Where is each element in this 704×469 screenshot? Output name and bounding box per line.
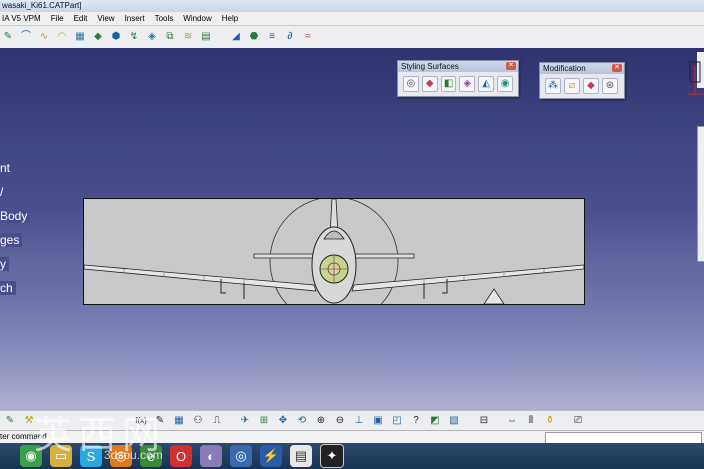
fly-icon[interactable]: ✈ bbox=[237, 413, 253, 429]
right-panel-partial bbox=[697, 126, 704, 262]
book-icon[interactable]: ▤ bbox=[290, 445, 312, 467]
isometric-icon[interactable]: ▣ bbox=[370, 413, 386, 429]
draft-icon[interactable]: ≡ bbox=[264, 29, 280, 45]
tree-item[interactable]: ges bbox=[0, 233, 23, 247]
rotate-icon[interactable]: ⟲ bbox=[294, 413, 310, 429]
menu-insert[interactable]: Insert bbox=[120, 14, 150, 23]
wave-icon[interactable]: ≈ bbox=[300, 29, 316, 45]
sketch-icon[interactable]: ✎ bbox=[2, 413, 18, 429]
menu-help[interactable]: Help bbox=[217, 14, 243, 23]
match-icon[interactable]: ⧉ bbox=[162, 29, 178, 45]
zoom-in-icon[interactable]: ⊕ bbox=[313, 413, 329, 429]
curve-icon[interactable]: ⌒ bbox=[18, 29, 34, 45]
trim-icon[interactable]: ▤ bbox=[198, 29, 214, 45]
sweep-surface-icon[interactable]: ◉ bbox=[497, 76, 513, 92]
close-icon[interactable]: ✕ bbox=[506, 62, 516, 70]
fill-icon[interactable]: ◆ bbox=[90, 29, 106, 45]
styling-surfaces-panel: Styling Surfaces ✕ ◎ ◆ ◧ ◈ ◭ ◉ bbox=[397, 60, 519, 97]
fillet-icon[interactable]: ◆ bbox=[583, 78, 599, 94]
extrude-icon[interactable]: ⬢ bbox=[108, 29, 124, 45]
menu-vpm[interactable]: IA V5 VPM bbox=[0, 14, 46, 23]
view-mode-icon[interactable]: ◰ bbox=[389, 413, 405, 429]
analysis-icon[interactable]: ⬣ bbox=[246, 29, 262, 45]
normal-view-icon[interactable]: ⊥ bbox=[351, 413, 367, 429]
model-render[interactable] bbox=[83, 198, 585, 305]
aircraft-model bbox=[84, 199, 584, 304]
close-icon[interactable]: ✕ bbox=[612, 64, 622, 72]
extrude-surface-icon[interactable]: ◭ bbox=[478, 76, 495, 92]
watermark-url: 3dsou.com bbox=[104, 448, 163, 462]
inertia-icon[interactable]: ⇔ bbox=[504, 413, 520, 429]
offset-icon[interactable]: ◈ bbox=[144, 29, 160, 45]
spline-icon[interactable]: ∿ bbox=[36, 29, 52, 45]
media-icon[interactable]: ◐ bbox=[200, 445, 222, 467]
mirror-icon[interactable]: ∂ bbox=[282, 29, 298, 45]
patch-icon[interactable]: ◈ bbox=[459, 76, 476, 92]
net-surface-icon[interactable]: ◧ bbox=[440, 76, 457, 92]
swap-icon[interactable]: ◩ bbox=[427, 413, 443, 429]
connect-icon[interactable]: ≋ bbox=[180, 29, 196, 45]
panel-header[interactable]: Styling Surfaces ✕ bbox=[398, 61, 518, 72]
window-title: wasaki_Ki61.CATPart] bbox=[2, 1, 82, 10]
camera-icon[interactable]: ⎚ bbox=[570, 413, 586, 429]
app-icon[interactable]: ◎ bbox=[230, 445, 252, 467]
tree-item[interactable]: ch bbox=[0, 281, 16, 295]
tree-item[interactable]: / bbox=[0, 184, 30, 208]
opera-icon[interactable]: O bbox=[170, 445, 192, 467]
zoom-out-icon[interactable]: ⊖ bbox=[332, 413, 348, 429]
modification-panel: Modification ✕ ⁂ ⧄ ◆ ⊛ bbox=[539, 62, 625, 99]
graph-icon[interactable]: ⚇ bbox=[190, 413, 206, 429]
bottle-icon[interactable]: ⚱ bbox=[542, 413, 558, 429]
control-points-icon[interactable]: ⁂ bbox=[545, 78, 561, 94]
tree-item[interactable]: nt bbox=[0, 160, 30, 184]
menu-view[interactable]: View bbox=[92, 14, 119, 23]
panel-title: Styling Surfaces bbox=[401, 62, 459, 71]
fit-icon[interactable]: ⊛ bbox=[602, 78, 618, 94]
hide-icon[interactable]: ? bbox=[408, 413, 424, 429]
fill-surface-icon[interactable]: ◆ bbox=[421, 76, 438, 92]
compass-icon[interactable] bbox=[686, 60, 704, 96]
specification-tree: nt / Body ges y ch bbox=[0, 160, 31, 304]
table-icon[interactable]: ▦ bbox=[171, 413, 187, 429]
menu-edit[interactable]: Edit bbox=[69, 14, 93, 23]
match-surface-icon[interactable]: ⧄ bbox=[564, 78, 580, 94]
menu-window[interactable]: Window bbox=[178, 14, 216, 23]
sweep-icon[interactable]: ↯ bbox=[126, 29, 142, 45]
title-bar: wasaki_Ki61.CATPart] bbox=[0, 0, 704, 12]
menu-tools[interactable]: Tools bbox=[150, 14, 179, 23]
catia-icon[interactable]: ⚡ bbox=[260, 445, 282, 467]
box-icon[interactable]: ⎍ bbox=[209, 413, 225, 429]
render-app-icon[interactable]: ✦ bbox=[320, 444, 344, 468]
menu-bar: IA V5 VPM File Edit View Insert Tools Wi… bbox=[0, 12, 704, 26]
panel-header[interactable]: Modification ✕ bbox=[540, 63, 624, 74]
blend-icon[interactable]: ▦ bbox=[72, 29, 88, 45]
surface-icon[interactable]: ◠ bbox=[54, 29, 70, 45]
tree-item[interactable]: Body bbox=[0, 209, 31, 223]
align-icon[interactable]: ⫴ bbox=[523, 413, 539, 429]
tree-item[interactable]: y bbox=[0, 257, 9, 271]
sketch-icon[interactable]: ✎ bbox=[0, 29, 16, 45]
pan-icon[interactable]: ✥ bbox=[275, 413, 291, 429]
panel-title: Modification bbox=[543, 64, 586, 73]
grid-icon[interactable]: ⊟ bbox=[476, 413, 492, 429]
top-toolbar: ✎ ⌒ ∿ ◠ ▦ ◆ ⬢ ↯ ◈ ⧉ ≋ ▤ ◢ ⬣ ≡ ∂ ≈ bbox=[0, 26, 704, 49]
shape-icon[interactable]: ◢ bbox=[228, 29, 244, 45]
blend-surface-icon[interactable]: ◎ bbox=[403, 76, 419, 92]
measure-icon[interactable]: ▧ bbox=[446, 413, 462, 429]
menu-file[interactable]: File bbox=[46, 14, 69, 23]
fit-all-icon[interactable]: ⊞ bbox=[256, 413, 272, 429]
